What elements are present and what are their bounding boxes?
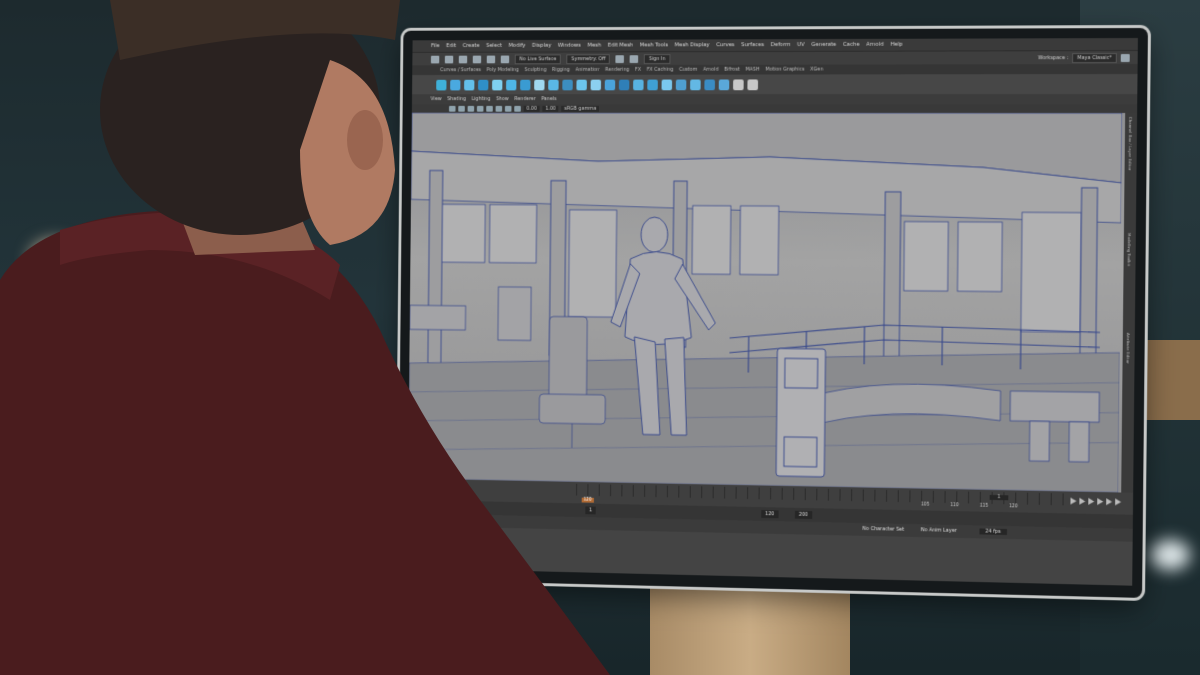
- anim-end-field[interactable]: 120: [761, 510, 778, 518]
- menu-item[interactable]: Cache: [843, 42, 860, 48]
- side-tabs: Channel Box / Layer Editor Modelling Too…: [1121, 113, 1137, 493]
- shelf-tool-icon[interactable]: [704, 79, 715, 90]
- workspace-selector: Workspace : Maya Classic*: [1038, 53, 1138, 63]
- play-forward-icon[interactable]: [1097, 498, 1103, 505]
- shelf-tool-icon[interactable]: [676, 79, 687, 90]
- playback-controls: [1070, 498, 1121, 506]
- menu-item[interactable]: Generate: [811, 42, 836, 48]
- workspace-dropdown[interactable]: Maya Classic*: [1072, 53, 1117, 63]
- tick-label: 115: [980, 504, 988, 509]
- sign-in-dropdown[interactable]: Sign In: [644, 54, 670, 64]
- tick-label: 120: [1009, 504, 1018, 509]
- shelf-tab[interactable]: FX Caching: [647, 67, 674, 73]
- current-frame-field[interactable]: 1: [990, 495, 1009, 500]
- shelf-tab[interactable]: MASH: [745, 67, 759, 73]
- step-back-icon[interactable]: [1079, 498, 1085, 505]
- side-tab-modelling-toolkit[interactable]: Modelling Toolkit: [1127, 233, 1132, 266]
- shelf-tab[interactable]: Bifrost: [724, 67, 740, 73]
- shelf-tab[interactable]: XGen: [810, 67, 823, 73]
- total-end-field[interactable]: 200: [795, 511, 812, 519]
- workspace-label: Workspace :: [1038, 55, 1068, 61]
- shelf-tool-icon[interactable]: [733, 79, 744, 90]
- menu-item[interactable]: Arnold: [866, 42, 883, 48]
- play-back-icon[interactable]: [1088, 498, 1094, 505]
- anim-layer-dropdown[interactable]: No Anim Layer: [921, 527, 957, 534]
- person-foreground: [0, 0, 640, 675]
- menu-item[interactable]: Mesh Tools: [640, 42, 668, 48]
- shelf-tab[interactable]: Motion Graphics: [765, 67, 804, 73]
- shelf-tab[interactable]: Custom: [679, 67, 697, 73]
- fps-dropdown[interactable]: 24 fps: [979, 528, 1006, 535]
- settings-icon[interactable]: [1121, 54, 1130, 62]
- shelf-tab[interactable]: Arnold: [703, 67, 719, 73]
- menu-item[interactable]: UV: [797, 42, 805, 48]
- shelf-tool-icon[interactable]: [647, 79, 658, 90]
- menu-item[interactable]: Curves: [716, 42, 734, 48]
- menu-item[interactable]: Mesh Display: [675, 42, 710, 48]
- go-to-end-icon[interactable]: [1115, 498, 1121, 505]
- side-tab-attribute-editor[interactable]: Attribute Editor: [1126, 333, 1131, 364]
- menu-item[interactable]: Help: [890, 42, 902, 48]
- background-light: [1150, 540, 1190, 570]
- shelf-tool-icon[interactable]: [719, 79, 730, 90]
- side-tab-channel-box[interactable]: Channel Box / Layer Editor: [1128, 117, 1134, 170]
- go-to-start-icon[interactable]: [1070, 498, 1076, 505]
- menu-item[interactable]: Deform: [771, 42, 791, 48]
- shelf-tool-icon[interactable]: [690, 79, 701, 90]
- character-set-dropdown[interactable]: No Character Set: [862, 526, 904, 533]
- menu-item[interactable]: Surfaces: [741, 42, 764, 48]
- background-shelf: [1140, 340, 1200, 420]
- step-forward-icon[interactable]: [1106, 498, 1112, 505]
- tick-label: 110: [950, 503, 958, 508]
- shelf-tool-icon[interactable]: [747, 79, 758, 90]
- tick-label: 105: [921, 502, 929, 507]
- shelf-tool-icon[interactable]: [662, 79, 673, 90]
